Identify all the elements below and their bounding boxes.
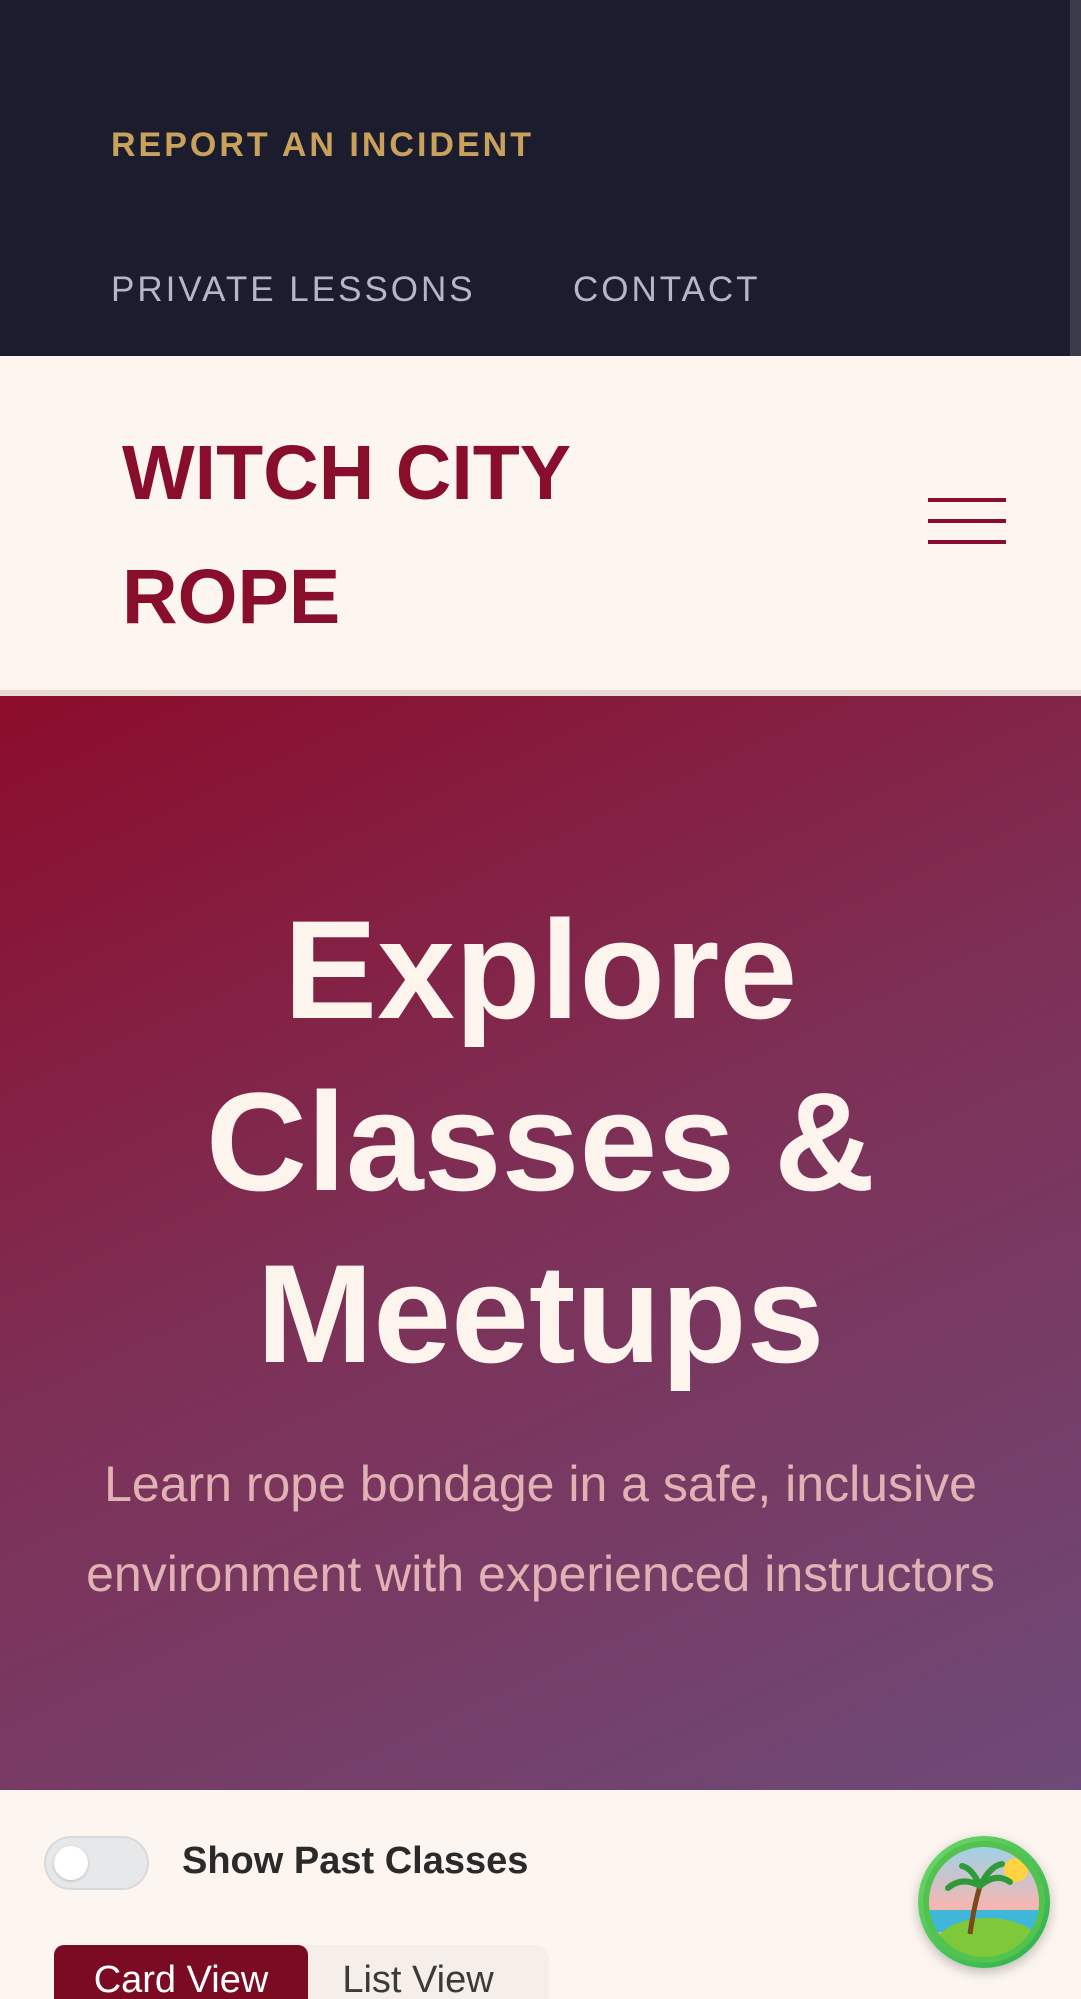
hero-section: Explore Classes & Meetups Learn rope bon… — [0, 696, 1081, 1790]
private-lessons-link[interactable]: PRIVATE LESSONS — [111, 270, 476, 310]
card-view-button[interactable]: Card View — [54, 1945, 308, 1999]
contact-link[interactable]: CONTACT — [573, 270, 761, 310]
report-incident-link[interactable]: REPORT AN INCIDENT — [111, 126, 534, 165]
scrollbar[interactable] — [1070, 0, 1081, 356]
past-classes-toggle[interactable] — [44, 1836, 149, 1890]
site-header: WITCH CITY ROPE — [0, 356, 1081, 696]
utility-nav: REPORT AN INCIDENT PRIVATE LESSONS CONTA… — [0, 0, 1081, 356]
menu-bar — [928, 540, 1006, 544]
menu-bar — [928, 498, 1006, 502]
past-classes-label: Show Past Classes — [182, 1840, 529, 1882]
toggle-knob — [54, 1846, 88, 1880]
menu-bar — [928, 519, 1006, 523]
hero-title: Explore Classes & Meetups — [205, 891, 876, 1392]
list-view-button[interactable]: List View — [308, 1945, 528, 1999]
site-logo-text[interactable]: WITCH CITY ROPE — [122, 411, 682, 659]
floating-action-button[interactable] — [918, 1836, 1050, 1968]
hero-subtitle: Learn rope bondage in a safe, inclusive … — [86, 1456, 995, 1602]
view-switch: Card View List View — [54, 1945, 549, 1999]
tropical-island-icon — [923, 1841, 1045, 1963]
hamburger-menu-icon[interactable] — [928, 494, 1006, 548]
